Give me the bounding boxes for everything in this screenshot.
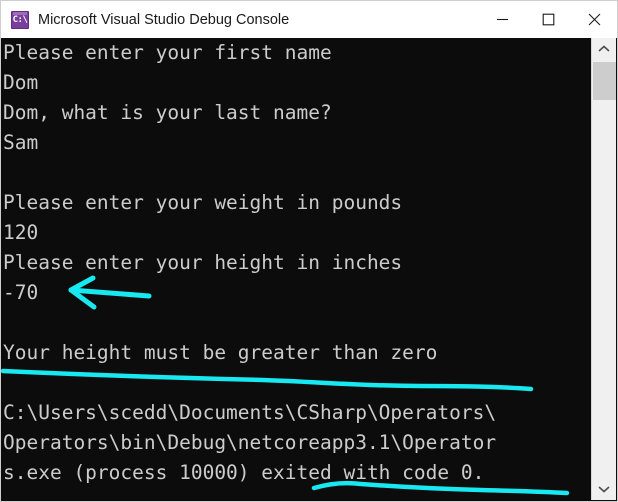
app-icon-glyph: C:\	[12, 14, 28, 25]
console-app-icon: C:\	[11, 10, 29, 29]
close-icon	[588, 13, 600, 26]
debug-console-window: C:\ Microsoft Visual Studio Debug Consol…	[0, 0, 618, 502]
console-line: Please enter your weight in pounds	[3, 191, 403, 214]
chevron-down-icon	[598, 486, 610, 493]
console-text-block: Please enter your first name Dom Dom, what…	[3, 38, 591, 488]
vertical-scrollbar[interactable]	[591, 38, 616, 500]
scrollbar-thumb[interactable]	[593, 62, 616, 100]
minimize-button[interactable]	[479, 2, 525, 38]
console-line: s.exe (process 10000) exited with code 0…	[3, 461, 485, 484]
console-line: Your height must be greater than zero	[3, 341, 438, 364]
scroll-down-button[interactable]	[592, 478, 616, 500]
console-line: C:\Users\scedd\Documents\CSharp\Operator…	[3, 401, 497, 424]
console-line: Dom, what is your last name?	[3, 101, 332, 124]
console-line: Operators\bin\Debug\netcoreapp3.1\Operat…	[3, 431, 497, 454]
close-button[interactable]	[571, 2, 617, 38]
console-line: Please enter your height in inches	[3, 251, 403, 274]
console-line: Please enter your first name	[3, 41, 332, 64]
title-bar[interactable]: C:\ Microsoft Visual Studio Debug Consol…	[0, 0, 618, 38]
scroll-up-button[interactable]	[592, 38, 616, 60]
console-output-area[interactable]: Please enter your first name Dom Dom, what…	[0, 38, 618, 502]
console-line: -70	[3, 281, 39, 304]
maximize-icon	[542, 13, 554, 26]
chevron-up-icon	[598, 45, 610, 52]
minimize-icon	[496, 18, 508, 21]
console-line: Sam	[3, 131, 39, 154]
maximize-button[interactable]	[525, 2, 571, 38]
window-title: Microsoft Visual Studio Debug Console	[38, 11, 290, 28]
console-line: Dom	[3, 71, 39, 94]
console-line: 120	[3, 221, 39, 244]
